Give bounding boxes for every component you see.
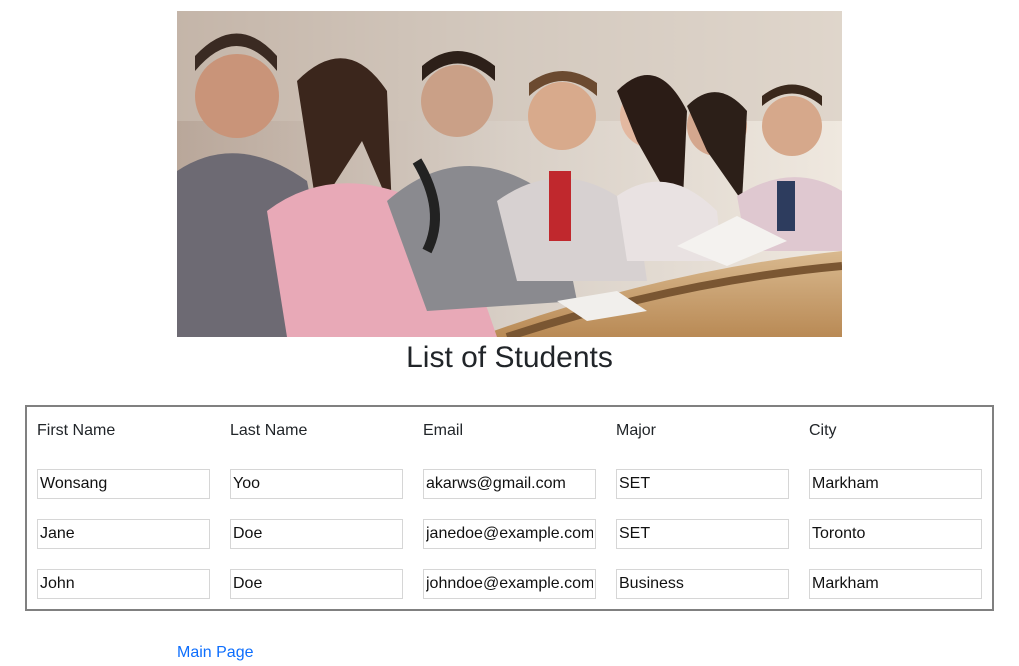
footer-band bbox=[0, 640, 1019, 666]
row2-major-field[interactable] bbox=[616, 519, 789, 549]
row1-email-field[interactable] bbox=[423, 469, 596, 499]
row3-email-field[interactable] bbox=[423, 569, 596, 599]
row1-city-field[interactable] bbox=[809, 469, 982, 499]
header-major: Major bbox=[616, 422, 657, 439]
row3-first-name-field[interactable] bbox=[37, 569, 210, 599]
row3-city-field[interactable] bbox=[809, 569, 982, 599]
row3-last-name-field[interactable] bbox=[230, 569, 403, 599]
row1-major-field[interactable] bbox=[616, 469, 789, 499]
header-first-name: First Name bbox=[37, 422, 116, 439]
row2-email-field[interactable] bbox=[423, 519, 596, 549]
page: List of Students First Name Last Name Em… bbox=[0, 0, 1019, 666]
students-table: First Name Last Name Email Major City bbox=[25, 405, 994, 611]
main-page-link[interactable]: Main Page bbox=[177, 643, 254, 663]
row2-first-name-field[interactable] bbox=[37, 519, 210, 549]
page-title: List of Students bbox=[406, 341, 613, 374]
header-city: City bbox=[809, 422, 837, 439]
row2-last-name-field[interactable] bbox=[230, 519, 403, 549]
row1-first-name-field[interactable] bbox=[37, 469, 210, 499]
row2-city-field[interactable] bbox=[809, 519, 982, 549]
students-photo bbox=[177, 11, 842, 337]
header-email: Email bbox=[423, 422, 464, 439]
row1-last-name-field[interactable] bbox=[230, 469, 403, 499]
header-last-name: Last Name bbox=[230, 422, 308, 439]
row3-major-field[interactable] bbox=[616, 569, 789, 599]
